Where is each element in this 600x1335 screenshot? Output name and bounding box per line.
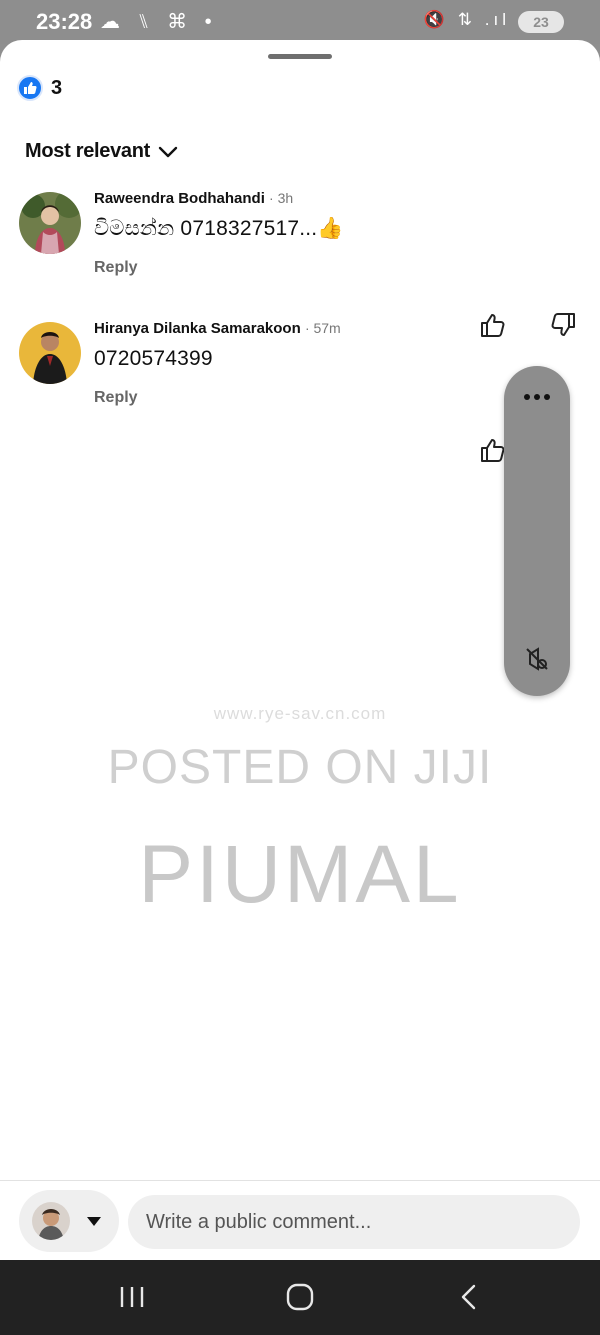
comment-time: · 57m (304, 320, 341, 336)
reply-button[interactable]: Reply (94, 389, 138, 407)
thumbs-up-icon[interactable] (478, 310, 508, 340)
caret-down-icon (87, 1217, 101, 1226)
avatar (32, 1202, 70, 1240)
author-name[interactable]: Hiranya Dilanka Samarakoon (94, 320, 301, 337)
like-icon (17, 75, 43, 101)
floating-action-pill[interactable] (504, 366, 570, 696)
comment-text: විමසන්න 0718327517...👍 (94, 217, 344, 240)
avatar[interactable] (19, 322, 81, 384)
comments-sheet: 3 Most relevant Raweendra Bodhahandi · 3… (0, 40, 600, 1260)
mute-icon[interactable] (524, 646, 550, 672)
status-time: 23:28 (36, 9, 93, 34)
reply-button[interactable]: Reply (94, 259, 138, 277)
comment-text: 0720574399 (94, 347, 213, 370)
comment-body: Raweendra Bodhahandi · 3h විමසන්න 071832… (94, 190, 344, 277)
notification-icons: ☁ ⑊ ⌘ • (100, 11, 218, 33)
comment-input[interactable] (128, 1195, 580, 1249)
watermark-name: PIUMAL (138, 829, 462, 920)
watermark-url: www.rye-sav.cn.com (213, 704, 387, 723)
drag-handle[interactable] (268, 54, 332, 59)
more-dots-icon[interactable] (522, 392, 552, 402)
comment-time: · 3h (269, 190, 294, 206)
sort-label: Most relevant (25, 140, 151, 162)
back-icon[interactable] (458, 1284, 478, 1310)
author-line: Hiranya Dilanka Samarakoon · 57m (94, 320, 341, 337)
status-bar: 23:28 ☁ ⑊ ⌘ • 🔇 ⇅ .ıl 23 (0, 0, 600, 44)
recents-icon[interactable] (118, 1285, 146, 1309)
battery-icon: 23 (518, 11, 564, 33)
sort-dropdown[interactable]: Most relevant (25, 140, 178, 163)
navigation-bar (0, 1260, 600, 1335)
reaction-count: 3 (51, 76, 63, 99)
watermark-posted: POSTED ON JIJI (107, 741, 493, 794)
author-name[interactable]: Raweendra Bodhahandi (94, 190, 265, 207)
home-icon[interactable] (286, 1283, 314, 1311)
comment-body: Hiranya Dilanka Samarakoon · 57m 0720574… (94, 320, 341, 407)
author-line: Raweendra Bodhahandi · 3h (94, 190, 344, 207)
divider (0, 1180, 600, 1181)
reaction-summary[interactable]: 3 (17, 75, 62, 101)
thumbs-down-icon[interactable] (548, 310, 578, 340)
chevron-down-icon (158, 146, 178, 157)
signal-icons: 🔇 ⇅ .ıl (423, 10, 510, 29)
avatar[interactable] (19, 192, 81, 254)
profile-switcher-button[interactable] (19, 1190, 119, 1252)
